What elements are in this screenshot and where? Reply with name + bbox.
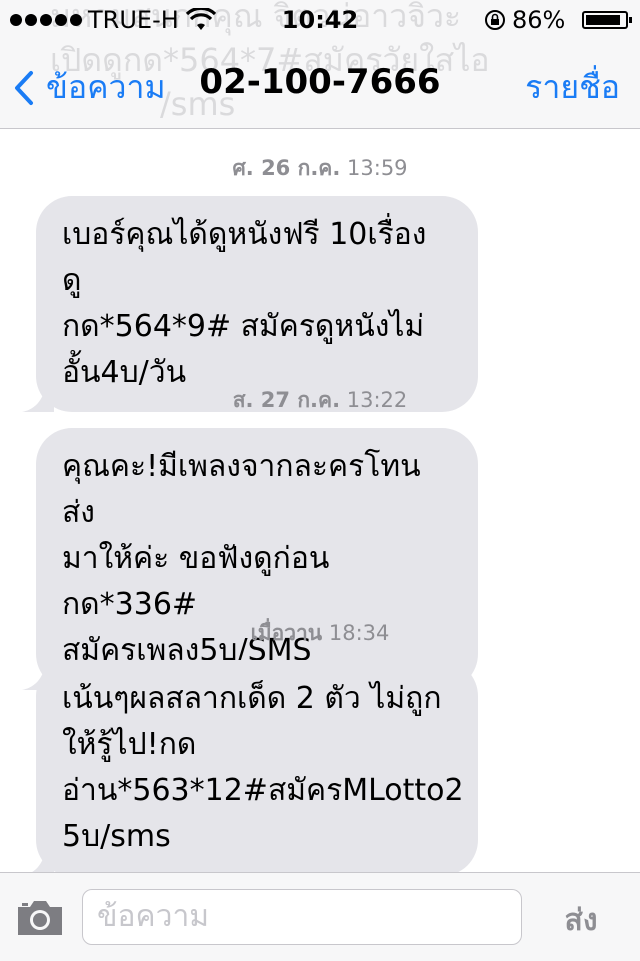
message-line: อ่าน*563*12#สมัครMLotto2: [62, 773, 464, 808]
timestamp-day: เมื่อวาน: [250, 621, 323, 645]
message-timestamp: เมื่อวาน 18:34: [0, 617, 640, 650]
message-line: กด*564*9# สมัครดูหนังไม่: [62, 309, 425, 344]
battery-percent: 86%: [512, 6, 566, 34]
timestamp-day: ศ. 26 ก.ค.: [232, 156, 341, 180]
top-bar: มหามสนกกคุณ จิตวน่อาวจิวะ เปิดดูกด*564*7…: [0, 0, 640, 129]
camera-icon[interactable]: [14, 895, 66, 939]
incoming-message-bubble[interactable]: เน้นๆผลสลากเด็ด 2 ตัว ไม่ถูก ให้รู้ไป!กด…: [22, 660, 478, 876]
message-line: มาให้ค่ะ ขอฟังดูก่อนกด*336#: [62, 541, 330, 622]
send-button[interactable]: ส่ง: [544, 897, 618, 944]
navigation-bar: ข้อความ 02-100-7666 รายชื่อ: [0, 40, 640, 128]
contacts-button[interactable]: รายชื่อ: [525, 62, 620, 113]
incoming-message-bubble[interactable]: คุณคะ!มีเพลงจากละครโทนส่ง มาให้ค่ะ ขอฟัง…: [22, 428, 478, 690]
timestamp-time: 13:22: [346, 388, 408, 412]
status-bar: TRUE-H 10:42 86%: [0, 0, 640, 40]
message-line: คุณคะ!มีเพลงจากละครโทนส่ง: [62, 449, 421, 530]
message-line: 5บ/sms: [62, 819, 171, 854]
message-text-field[interactable]: ข้อความ: [82, 889, 522, 945]
message-timestamp: ศ. 26 ก.ค. 13:59: [0, 152, 640, 185]
message-line: เบอร์คุณได้ดูหนังฟรี 10เรื่อง ดู: [62, 217, 427, 298]
rotation-lock-icon: [485, 10, 505, 30]
message-input-bar: ข้อความ ส่ง: [0, 872, 640, 961]
message-line: เน้นๆผลสลากเด็ด 2 ตัว ไม่ถูก: [62, 681, 442, 716]
timestamp-day: ส. 27 ก.ค.: [232, 388, 341, 412]
timestamp-time: 18:34: [328, 621, 390, 645]
timestamp-time: 13:59: [347, 156, 408, 180]
message-line: ให้รู้ไป!กด: [62, 727, 197, 762]
battery-icon: [582, 11, 632, 29]
message-timestamp: ส. 27 ก.ค. 13:22: [0, 384, 640, 417]
incoming-message-bubble[interactable]: เบอร์คุณได้ดูหนังฟรี 10เรื่อง ดู กด*564*…: [22, 196, 478, 412]
